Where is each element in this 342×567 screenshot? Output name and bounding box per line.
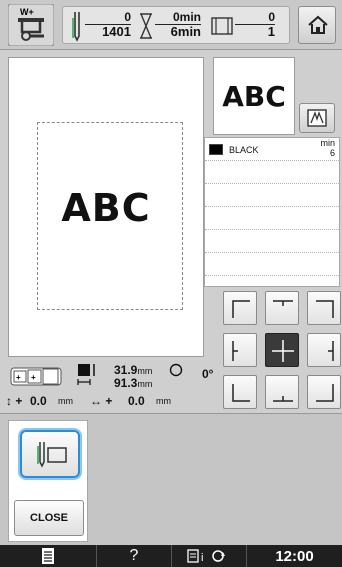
- svg-text:i: i: [201, 552, 203, 564]
- lower-panel: CLOSE: [0, 413, 342, 545]
- thumbnail-text: ABC: [222, 80, 286, 113]
- horizontal-offset-unit: mm: [156, 396, 171, 406]
- svg-text:+: +: [31, 373, 36, 382]
- color-list-row: [205, 184, 339, 207]
- top-left-icon: [232, 300, 250, 318]
- middle-right-icon: [328, 341, 334, 361]
- height-unit: mm: [137, 379, 153, 389]
- time-counter: 0min 6min: [155, 11, 201, 39]
- width-readout: 31.9mm: [114, 363, 152, 377]
- presser-foot-icon[interactable]: W+: [8, 4, 54, 46]
- start-bottom-left-button[interactable]: [223, 375, 257, 409]
- height-value: 91.3: [114, 376, 138, 390]
- progress-counters: 0 1401 0min 6min 0 1: [62, 6, 290, 44]
- home-icon: [308, 15, 328, 34]
- view-icon: [307, 109, 327, 127]
- horizontal-offset-icon: ↔ +: [90, 394, 113, 408]
- design-preview-text: ABC: [61, 186, 151, 230]
- document-icon: [42, 548, 54, 564]
- horizontal-offset-value: 0.0: [128, 394, 145, 408]
- clock: 12:00: [247, 545, 342, 567]
- minutes-value: 6: [329, 148, 335, 158]
- start-middle-right-button[interactable]: [307, 333, 341, 367]
- start-bottom-right-button[interactable]: [307, 375, 341, 409]
- needle-icon: [72, 12, 80, 42]
- design-thumbnail: ABC: [213, 57, 295, 135]
- svg-text:W+: W+: [20, 7, 34, 17]
- width-unit: mm: [137, 366, 153, 376]
- min-label: min: [320, 138, 335, 148]
- center-icon: [272, 340, 294, 362]
- hourglass-icon: [140, 13, 152, 39]
- home-button[interactable]: [298, 6, 336, 44]
- color-list-row: [205, 253, 339, 276]
- vertical-offset-value: 0.0: [30, 394, 47, 408]
- vertical-offset-unit: mm: [58, 396, 73, 406]
- status-bar: W+ 0 1401 0min 6min 0 1: [0, 0, 342, 50]
- settings-info-icon: i: [187, 549, 225, 564]
- color-done: 0: [268, 10, 275, 24]
- help-button[interactable]: ?: [97, 545, 172, 567]
- start-center-button[interactable]: [265, 333, 299, 367]
- needle-frame-icon: [37, 442, 67, 468]
- color-name: BLACK: [229, 145, 259, 155]
- settings-button[interactable]: i: [172, 545, 247, 567]
- design-info: + + 31.9mm 91.3mm 0° ↕ + 0.0 mm ↔ + 0.0 …: [6, 363, 220, 415]
- top-center-icon: [273, 300, 293, 306]
- view-toggle-button[interactable]: [299, 103, 335, 133]
- stitch-done: 0: [124, 10, 131, 24]
- width-value: 31.9: [114, 363, 138, 377]
- starting-point-grid: [221, 291, 341, 413]
- rotation-angle: 0°: [202, 367, 214, 381]
- bottom-left-icon: [232, 384, 250, 402]
- stitch-total: 1401: [85, 24, 131, 39]
- color-total: 1: [235, 24, 275, 39]
- middle-left-icon: [232, 341, 238, 361]
- frame-size-icon: + +: [10, 367, 62, 386]
- bottom-right-icon: [316, 384, 334, 402]
- height-readout: 91.3mm: [114, 376, 152, 390]
- color-list-row: [205, 161, 339, 184]
- thread-spool-icon: [211, 17, 233, 35]
- start-top-left-button[interactable]: [223, 291, 257, 325]
- document-button[interactable]: [0, 545, 97, 567]
- color-swatch: [209, 144, 223, 155]
- embroidery-preview: ABC: [8, 57, 204, 357]
- start-top-right-button[interactable]: [307, 291, 341, 325]
- size-icon: [77, 364, 95, 385]
- main-area: ABC ABC BLACK min 6 + + 31.9mm 91.3mm 0°…: [0, 51, 342, 413]
- color-list-row: [205, 207, 339, 230]
- bottom-bar: ? i 12:00: [0, 545, 342, 567]
- color-counter: 0 1: [235, 11, 275, 39]
- time-done: 0min: [172, 10, 201, 24]
- close-button[interactable]: CLOSE: [14, 500, 84, 536]
- rotate-icon: [169, 363, 183, 377]
- color-minutes: min 6: [320, 138, 335, 158]
- start-top-center-button[interactable]: [265, 291, 299, 325]
- help-icon: ?: [129, 547, 139, 564]
- svg-text:+: +: [16, 373, 21, 382]
- top-right-icon: [316, 300, 334, 318]
- vertical-offset-icon: ↕ +: [6, 394, 23, 408]
- bottom-center-icon: [273, 396, 293, 402]
- basting-start-button[interactable]: [20, 430, 80, 478]
- color-list: BLACK min 6: [204, 137, 340, 287]
- color-list-row: [205, 230, 339, 253]
- stitch-counter: 0 1401: [85, 11, 131, 39]
- start-middle-left-button[interactable]: [223, 333, 257, 367]
- clock-time: 12:00: [275, 547, 314, 565]
- color-list-item[interactable]: BLACK min 6: [205, 138, 339, 161]
- start-bottom-center-button[interactable]: [265, 375, 299, 409]
- time-total: 6min: [155, 24, 201, 39]
